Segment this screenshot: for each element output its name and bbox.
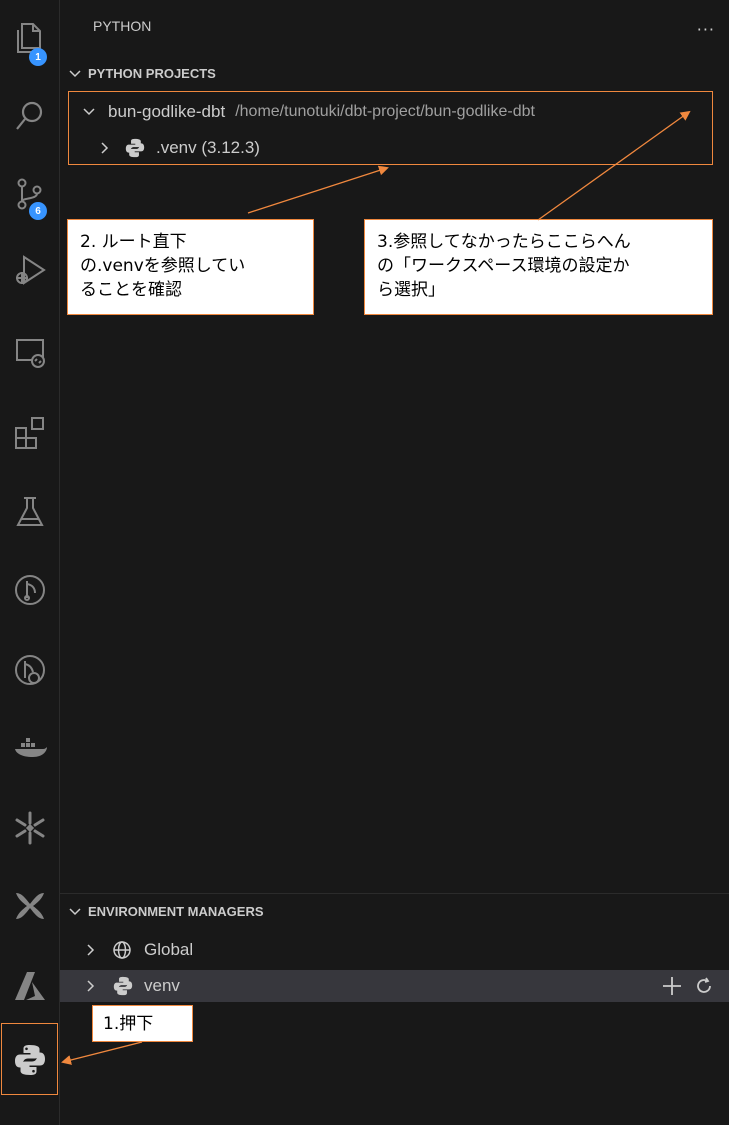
refresh-icon[interactable] — [693, 975, 715, 997]
chevron-right-icon — [87, 944, 95, 956]
annotation-note-2: 2. ルート直下 の.venvを参照してい ることを確認 — [67, 219, 314, 315]
more-actions-icon[interactable]: ··· — [697, 20, 715, 39]
testing-icon[interactable] — [0, 482, 59, 542]
dbt-power-user-icon[interactable] — [0, 876, 59, 936]
docker-icon[interactable] — [0, 718, 59, 778]
run-debug-icon[interactable] — [0, 240, 59, 300]
annotation-note-2-line: ることを確認 — [80, 280, 182, 300]
add-icon[interactable] — [661, 975, 683, 997]
section-divider — [60, 893, 729, 894]
annotation-note-2-line: の.venvを参照してい — [80, 256, 246, 276]
extensions-icon[interactable] — [0, 402, 59, 462]
explorer-icon[interactable]: 1 — [0, 8, 59, 68]
python-icon-highlight — [1, 1023, 58, 1095]
explorer-badge: 1 — [29, 48, 47, 66]
env-manager-global[interactable]: Global — [60, 934, 729, 966]
environment-managers-header-label: ENVIRONMENT MANAGERS — [88, 904, 264, 919]
search-icon[interactable] — [0, 86, 59, 146]
azure-icon[interactable] — [0, 956, 59, 1016]
dbt-icon[interactable] — [0, 560, 59, 620]
snowflake-icon[interactable] — [0, 798, 59, 858]
sidebar-title: PYTHON — [93, 18, 152, 34]
chevron-down-icon — [69, 69, 81, 77]
python-icon — [113, 976, 133, 996]
env-manager-label: Global — [144, 940, 194, 959]
chevron-right-icon — [87, 980, 95, 992]
remote-explorer-icon[interactable] — [0, 322, 59, 382]
project-highlight-box — [68, 91, 713, 165]
annotation-note-3: 3.参照してなかったらここらへん の「ワークスペース環境の設定か ら選択」 — [364, 219, 713, 315]
python-projects-header-label: PYTHON PROJECTS — [88, 66, 216, 81]
chevron-down-icon — [69, 907, 81, 915]
annotation-note-1-text: 1.押下 — [103, 1014, 154, 1034]
dbt-lineage-icon[interactable] — [0, 640, 59, 700]
env-manager-label: venv — [144, 976, 180, 995]
env-manager-venv[interactable]: venv — [60, 970, 729, 1002]
environment-managers-header[interactable]: ENVIRONMENT MANAGERS — [68, 904, 264, 919]
annotation-note-1: 1.押下 — [92, 1005, 193, 1042]
source-control-badge: 6 — [29, 202, 47, 220]
globe-icon — [113, 941, 131, 959]
python-sidebar: PYTHON ··· PYTHON PROJECTS bun-godlike-d… — [60, 0, 729, 1125]
activity-bar: 1 6 — [0, 0, 60, 1125]
annotation-note-3-line: 3.参照してなかったらここらへん — [377, 232, 631, 252]
annotation-note-3-line: の「ワークスペース環境の設定か — [377, 256, 630, 276]
python-projects-header[interactable]: PYTHON PROJECTS — [68, 66, 216, 81]
annotation-note-3-line: ら選択」 — [377, 280, 445, 300]
source-control-icon[interactable]: 6 — [0, 164, 59, 224]
annotation-note-2-line: 2. ルート直下 — [80, 232, 187, 252]
